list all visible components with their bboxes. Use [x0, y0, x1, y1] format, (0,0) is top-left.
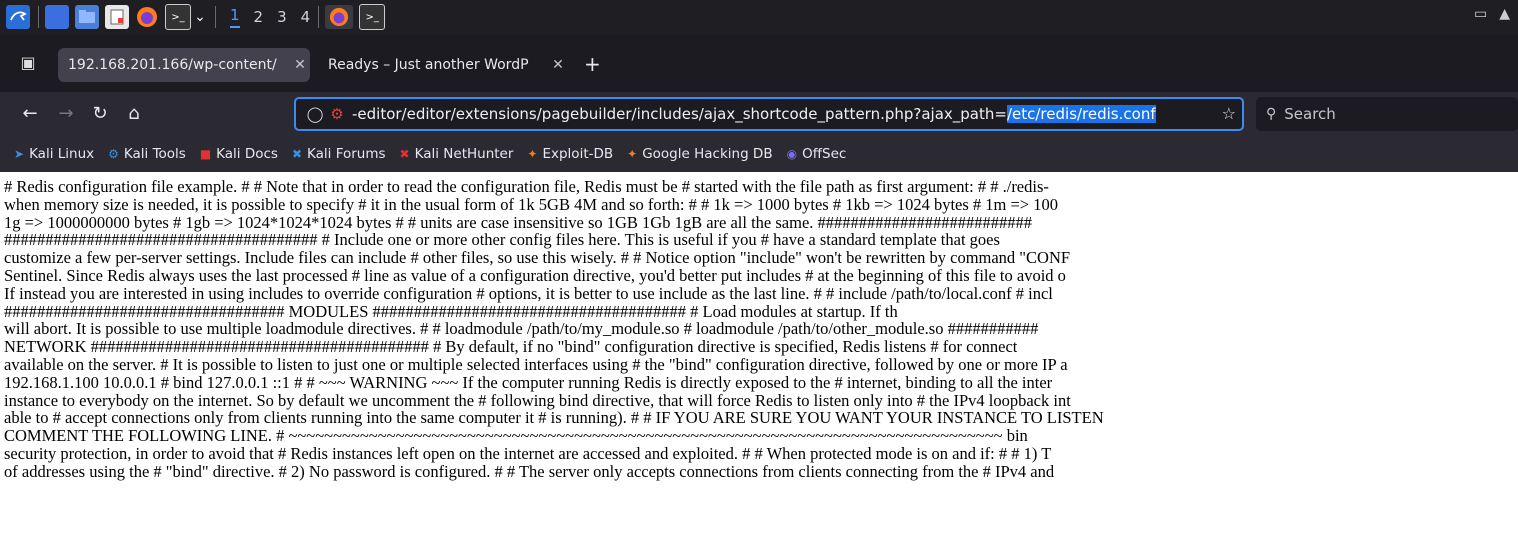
search-input[interactable]: ⚲ Search	[1256, 97, 1518, 131]
url-selected-text: /etc/redis/redis.conf	[1006, 105, 1156, 123]
kali-menu-icon[interactable]	[6, 5, 30, 29]
offsec-icon: ◉	[786, 147, 798, 161]
bookmark-label: Kali NetHunter	[414, 146, 514, 162]
tab-readys[interactable]: Readys – Just another WordP ✕	[318, 48, 568, 82]
bookmark-label: Kali Tools	[123, 146, 186, 162]
exploit-db-icon: ✦	[527, 147, 538, 161]
text-line: If instead you are interested in using i…	[4, 283, 1053, 303]
text-line: Sentinel. Since Redis always uses the la…	[4, 265, 1066, 285]
reload-icon[interactable]: ↻	[88, 102, 112, 126]
star-icon[interactable]: ☆	[1222, 104, 1236, 123]
bookmark-kali-docs[interactable]: ■ Kali Docs	[200, 146, 278, 162]
kali-forums-icon: ✖	[291, 147, 303, 161]
text-line: 192.168.1.100 10.0.0.1 # bind 127.0.0.1 …	[4, 372, 1053, 392]
text-line: NETWORK ################################…	[4, 337, 1018, 357]
forward-icon[interactable]: →	[54, 102, 78, 126]
lock-icon[interactable]: ⚙	[326, 105, 348, 123]
text-line: will abort. It is possible to use multip…	[4, 319, 1039, 339]
text-line: COMMENT THE FOLLOWING LINE. # ~~~~~~~~~~…	[4, 426, 1028, 446]
chevron-down-icon[interactable]: ⌄	[193, 5, 207, 29]
terminal-icon[interactable]: >_	[165, 4, 191, 30]
text-line: when memory size is needed, it is possib…	[4, 194, 1058, 214]
ghdb-icon: ✦	[627, 147, 638, 161]
text-line: ###################################### #…	[4, 230, 1000, 250]
text-line: ################################## MODUL…	[4, 301, 898, 321]
search-icon: ⚲	[1266, 106, 1277, 122]
text-line: # Redis configuration file example. # # …	[4, 177, 1049, 196]
text-line: security protection, in order to avoid t…	[4, 443, 1052, 463]
back-icon[interactable]: ←	[18, 102, 42, 126]
file-manager-icon[interactable]	[75, 5, 99, 29]
notification-icon[interactable]: ▲	[1499, 6, 1510, 22]
kali-tools-icon: ⚙	[108, 147, 119, 161]
bookmark-label: Kali Docs	[216, 146, 278, 162]
close-icon[interactable]: ✕	[548, 57, 568, 73]
new-tab-button[interactable]: +	[584, 54, 601, 74]
system-tray: ▭ ▲	[1474, 6, 1510, 22]
workspace-2[interactable]: 2	[254, 8, 264, 26]
config-file-text: # Redis configuration file example. # # …	[0, 172, 1518, 481]
bookmark-kali-tools[interactable]: ⚙ Kali Tools	[108, 146, 186, 162]
tab-bar: ▣ 192.168.201.166/wp-content/ ✕ Readys –…	[0, 34, 1518, 92]
bookmark-kali-forums[interactable]: ✖ Kali Forums	[292, 146, 386, 162]
bookmark-label: OffSec	[802, 146, 847, 162]
bookmark-label: Exploit-DB	[542, 146, 614, 162]
show-desktop-icon[interactable]	[45, 5, 69, 29]
text-line: customize a few per-server settings. Inc…	[4, 248, 1071, 268]
text-line: available on the server. # It is possibl…	[4, 354, 1068, 374]
terminal-window-icon[interactable]: >_	[359, 4, 386, 30]
tab-label: Readys – Just another WordP	[328, 57, 529, 73]
url-text: -editor/editor/extensions/pagebuilder/in…	[352, 105, 1007, 123]
bookmark-label: Kali Forums	[307, 146, 386, 162]
kali-icon: ➤	[14, 147, 25, 161]
shield-icon[interactable]: ◯	[304, 105, 326, 123]
bookmark-exploit-db[interactable]: ✦ Exploit-DB	[527, 146, 613, 162]
bookmark-label: Kali Linux	[29, 146, 95, 162]
text-line: able to # accept connections only from c…	[4, 408, 1104, 428]
url-bar[interactable]: ◯ ⚙ -editor/editor/extensions/pagebuilde…	[294, 97, 1244, 131]
navigation-bar: ← → ↻ ⌂ ◯ ⚙ -editor/editor/extensions/pa…	[0, 92, 1518, 136]
bookmark-offsec[interactable]: ◉ OffSec	[787, 146, 847, 162]
tab-active[interactable]: 192.168.201.166/wp-content/ ✕	[58, 48, 310, 82]
workspace-3[interactable]: 3	[277, 8, 287, 26]
window-icon[interactable]: ▭	[1474, 6, 1487, 22]
firefox-icon[interactable]	[135, 5, 159, 29]
close-icon[interactable]: ✕	[290, 57, 310, 73]
taskbar-separator	[215, 6, 216, 28]
bookmark-google-hacking-db[interactable]: ✦ Google Hacking DB	[627, 146, 772, 162]
nethunter-icon: ✖	[399, 147, 410, 161]
taskbar-separator	[318, 6, 320, 28]
bookmarks-toolbar: ➤ Kali Linux ⚙ Kali Tools ■ Kali Docs ✖ Kali…	[0, 136, 1518, 172]
workspace-1[interactable]: 1	[230, 6, 240, 28]
search-placeholder: Search	[1284, 105, 1336, 123]
text-editor-icon[interactable]	[105, 5, 129, 29]
text-line: instance to everybody on the internet. S…	[4, 390, 1071, 410]
bookmark-kali-linux[interactable]: ➤ Kali Linux	[14, 146, 94, 162]
bookmark-label: Google Hacking DB	[642, 146, 773, 162]
tab-label: 192.168.201.166/wp-content/	[68, 57, 277, 73]
tab-list-icon[interactable]: ▣	[18, 53, 38, 73]
page-content: # Redis configuration file example. # # …	[0, 172, 1518, 542]
workspace-4[interactable]: 4	[301, 8, 311, 26]
kali-docs-icon: ■	[199, 147, 212, 161]
firefox-window-icon[interactable]	[325, 5, 354, 29]
bookmark-kali-nethunter[interactable]: ✖ Kali NetHunter	[400, 146, 514, 162]
taskbar-separator	[38, 6, 39, 28]
text-line: of addresses using the # "bind" directiv…	[4, 461, 1055, 481]
text-line: 1g => 1000000000 bytes # 1gb => 1024*102…	[4, 212, 1033, 232]
home-icon[interactable]: ⌂	[122, 102, 146, 126]
taskbar: >_ ⌄ 1 2 3 4 >_ ▭ ▲	[0, 0, 1518, 34]
